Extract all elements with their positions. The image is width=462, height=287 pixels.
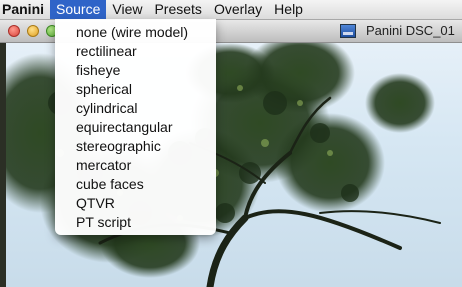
source-option-qtvr[interactable]: QTVR xyxy=(55,194,216,213)
window-title: Panini DSC_01 xyxy=(366,23,455,38)
minimize-window-button[interactable] xyxy=(27,25,39,37)
source-option-pt-script[interactable]: PT script xyxy=(55,213,216,232)
menu-bar: Panini Source View Presets Overlay Help xyxy=(0,0,462,20)
source-option-stereographic[interactable]: stereographic xyxy=(55,137,216,156)
menu-help[interactable]: Help xyxy=(268,0,309,19)
source-option-equirectangular[interactable]: equirectangular xyxy=(55,118,216,137)
close-window-button[interactable] xyxy=(8,25,20,37)
source-option-mercator[interactable]: mercator xyxy=(55,156,216,175)
window-edge xyxy=(0,43,6,287)
source-option-wire-model[interactable]: none (wire model) xyxy=(55,23,216,42)
menu-view[interactable]: View xyxy=(106,0,148,19)
source-option-fisheye[interactable]: fisheye xyxy=(55,61,216,80)
app-window-icon xyxy=(340,24,356,38)
source-option-cylindrical[interactable]: cylindrical xyxy=(55,99,216,118)
menu-app-panini[interactable]: Panini xyxy=(0,0,50,19)
menu-presets[interactable]: Presets xyxy=(148,0,207,19)
source-option-spherical[interactable]: spherical xyxy=(55,80,216,99)
source-option-cube-faces[interactable]: cube faces xyxy=(55,175,216,194)
menu-overlay[interactable]: Overlay xyxy=(208,0,268,19)
menu-source[interactable]: Source xyxy=(50,0,107,19)
source-option-rectilinear[interactable]: rectilinear xyxy=(55,42,216,61)
source-menu-dropdown: none (wire model) rectilinear fisheye sp… xyxy=(55,19,216,235)
